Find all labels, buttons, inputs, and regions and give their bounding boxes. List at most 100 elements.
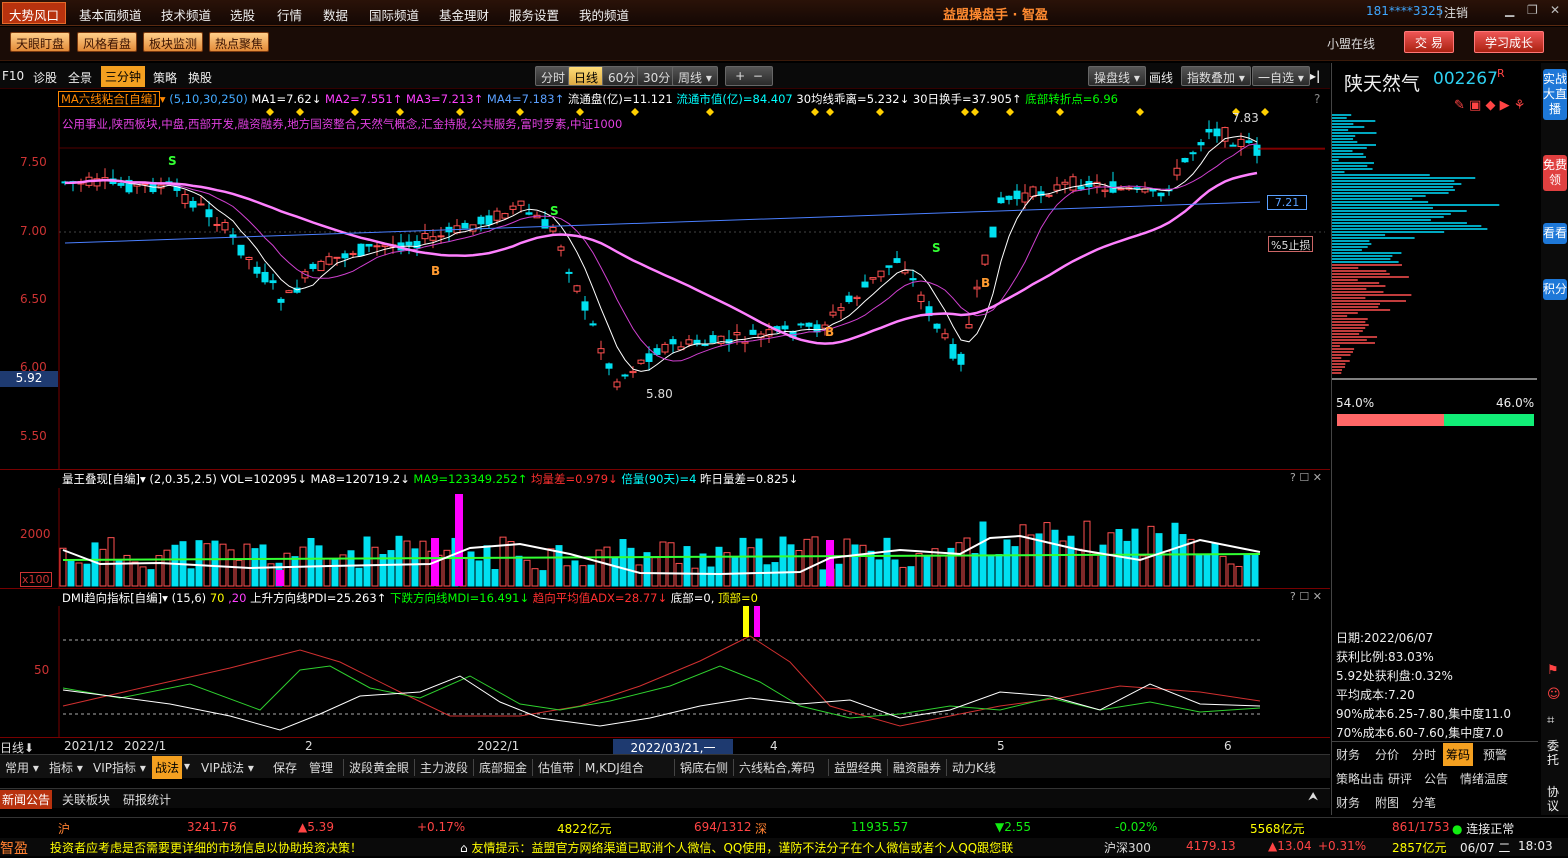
- three-minute-button[interactable]: 三分钟: [101, 66, 146, 87]
- panel-controls[interactable]: ? ☐ ✕: [1290, 590, 1322, 603]
- panorama-button[interactable]: 全景: [68, 69, 92, 86]
- tab-intraday[interactable]: 分时: [1412, 746, 1436, 763]
- minimize-icon[interactable]: ▁: [1505, 3, 1514, 17]
- period-60min[interactable]: 60分: [602, 66, 642, 86]
- menu-item-data[interactable]: 数据: [323, 5, 348, 24]
- side-tab-live[interactable]: 实战大直播: [1543, 69, 1567, 120]
- drawing-tools-icons[interactable]: ✎ ▣ ◆ ▶ ⚘: [1454, 98, 1525, 113]
- tab-ticks[interactable]: 分笔: [1412, 794, 1436, 811]
- menu-item-my-channel[interactable]: 我的频道: [579, 5, 629, 24]
- volume-bar: [1123, 540, 1131, 587]
- robot-icon[interactable]: ☺: [1547, 687, 1561, 702]
- tab-sentiment[interactable]: 情绪温度: [1460, 770, 1508, 787]
- trade-button[interactable]: 交 易: [1404, 31, 1454, 53]
- side-tool-protocol[interactable]: 协议: [1547, 785, 1562, 813]
- menu-item-trend[interactable]: 大势风口: [2, 2, 67, 24]
- volume-bar: [1211, 542, 1219, 587]
- operate-line-button[interactable]: 操盘线 ▾: [1088, 66, 1146, 86]
- tactic-tab[interactable]: 底部掘金: [473, 759, 527, 776]
- side-tab-watch[interactable]: 看看: [1543, 223, 1567, 244]
- side-tool-entrust[interactable]: 委托: [1547, 739, 1562, 767]
- f10-button[interactable]: F10: [2, 69, 24, 83]
- tactic-tab[interactable]: 融资融券: [887, 759, 941, 776]
- learn-button[interactable]: 学习成长: [1474, 31, 1545, 53]
- tab-research[interactable]: 研评: [1388, 770, 1412, 787]
- tab-strategy[interactable]: 策略出击: [1336, 770, 1384, 787]
- sector-monitor-button[interactable]: 板块监测: [143, 32, 204, 52]
- tab-sub-chart[interactable]: 附图: [1375, 794, 1399, 811]
- menu-item-funds[interactable]: 基金理财: [439, 5, 489, 24]
- ma-indicator-select[interactable]: MA六线粘合[自编]: [58, 91, 160, 107]
- sh-amount: 4822亿元: [557, 822, 612, 836]
- restore-icon[interactable]: ❐: [1527, 3, 1538, 17]
- index-overlay-button[interactable]: 指数叠加 ▾: [1181, 66, 1251, 86]
- sz-label: 深: [755, 822, 768, 836]
- period-intraday[interactable]: 分时: [535, 66, 572, 86]
- period-daily[interactable]: 日线: [568, 66, 605, 86]
- dmi-chart[interactable]: [0, 606, 1330, 737]
- dropdown-arrow-icon[interactable]: ▾: [184, 759, 190, 773]
- draw-line-button[interactable]: 画线: [1149, 69, 1173, 86]
- watchlist-button[interactable]: 一自选 ▾: [1252, 66, 1310, 86]
- tab-vip-indicators[interactable]: VIP指标 ▾: [93, 759, 146, 776]
- tab-price-dist[interactable]: 分价: [1375, 746, 1399, 763]
- menu-item-technical[interactable]: 技术频道: [161, 5, 211, 24]
- tactic-tab[interactable]: 益盟经典: [828, 759, 882, 776]
- manage-button[interactable]: 管理: [309, 759, 333, 776]
- switch-stock-button[interactable]: 换股: [188, 69, 212, 86]
- tab-news[interactable]: 新闻公告: [0, 790, 53, 809]
- tab-research[interactable]: 研报统计: [123, 791, 171, 808]
- crop-icon[interactable]: ⌗: [1547, 713, 1554, 728]
- tab-common[interactable]: 常用 ▾: [5, 759, 39, 776]
- tactic-tab[interactable]: 估值带: [532, 759, 574, 776]
- menu-item-fundamental[interactable]: 基本面频道: [79, 5, 142, 24]
- candle-body: [1229, 144, 1237, 147]
- logout-link[interactable]: 注销: [1444, 4, 1468, 21]
- tab-finance[interactable]: 财务: [1336, 746, 1360, 763]
- sz-up-down: 861/1753: [1392, 820, 1450, 834]
- hotspot-button[interactable]: 热点聚焦: [209, 32, 270, 52]
- tab-announcement[interactable]: 公告: [1424, 770, 1448, 787]
- menu-item-intl[interactable]: 国际频道: [369, 5, 419, 24]
- expand-icon[interactable]: ⮝: [1308, 789, 1318, 804]
- side-tab-points[interactable]: 积分: [1543, 279, 1567, 300]
- volume-chart[interactable]: [0, 488, 1330, 588]
- zoom-out-button[interactable]: −: [753, 69, 763, 83]
- period-30min[interactable]: 30分: [637, 66, 677, 86]
- user-account[interactable]: 181****3325: [1366, 4, 1443, 18]
- save-button[interactable]: 保存: [273, 759, 297, 776]
- close-icon[interactable]: ✕: [1550, 3, 1560, 17]
- tab-vip-tactics[interactable]: VIP战法 ▾: [201, 759, 254, 776]
- tab-chips[interactable]: 筹码: [1443, 743, 1474, 766]
- period-weekly[interactable]: 周线 ▾: [672, 66, 718, 86]
- menu-item-settings[interactable]: 服务设置: [509, 5, 559, 24]
- collapse-panel-icon[interactable]: ▸|: [1310, 69, 1320, 83]
- online-service-label[interactable]: 小盟在线: [1327, 35, 1375, 52]
- tactic-tab[interactable]: 锅底右侧: [674, 759, 728, 776]
- diagnose-button[interactable]: 诊股: [33, 69, 57, 86]
- style-view-button[interactable]: 风格看盘: [77, 32, 138, 52]
- zoom-in-button[interactable]: +: [735, 69, 745, 83]
- bell-icon[interactable]: ⚑: [1547, 663, 1559, 678]
- tactic-tab[interactable]: M,KDJ组合: [579, 759, 644, 776]
- menu-item-stock-pick[interactable]: 选股: [230, 5, 255, 24]
- strategy-button[interactable]: 策略: [153, 69, 177, 86]
- tactic-tab[interactable]: 主力波段: [414, 759, 468, 776]
- panel-controls[interactable]: ? ☐ ✕: [1290, 471, 1322, 484]
- tactic-tab[interactable]: 动力K线: [946, 759, 996, 776]
- tab-indicators[interactable]: 指标 ▾: [49, 759, 83, 776]
- tab-finance-2[interactable]: 财务: [1336, 794, 1360, 811]
- candlestick-chart[interactable]: S S S B B B: [0, 107, 1330, 469]
- tab-tactics[interactable]: 战法: [152, 756, 183, 779]
- menu-item-quotes[interactable]: 行情: [277, 5, 302, 24]
- tab-alert[interactable]: 预警: [1483, 746, 1507, 763]
- tab-related-sectors[interactable]: 关联板块: [62, 791, 110, 808]
- volume-indicator-select[interactable]: 量王叠现[自编]: [62, 472, 140, 486]
- candle-body: [405, 241, 413, 246]
- tactic-tab[interactable]: 六线粘合,筹码: [733, 759, 815, 776]
- help-icon[interactable]: ?: [1314, 92, 1320, 106]
- side-tab-free[interactable]: 免费领: [1543, 155, 1567, 191]
- dmi-indicator-select[interactable]: DMI趋向指标[自编]: [62, 591, 162, 605]
- sky-eye-button[interactable]: 天眼盯盘: [10, 32, 71, 52]
- tactic-tab[interactable]: 波段黄金眼: [343, 759, 409, 776]
